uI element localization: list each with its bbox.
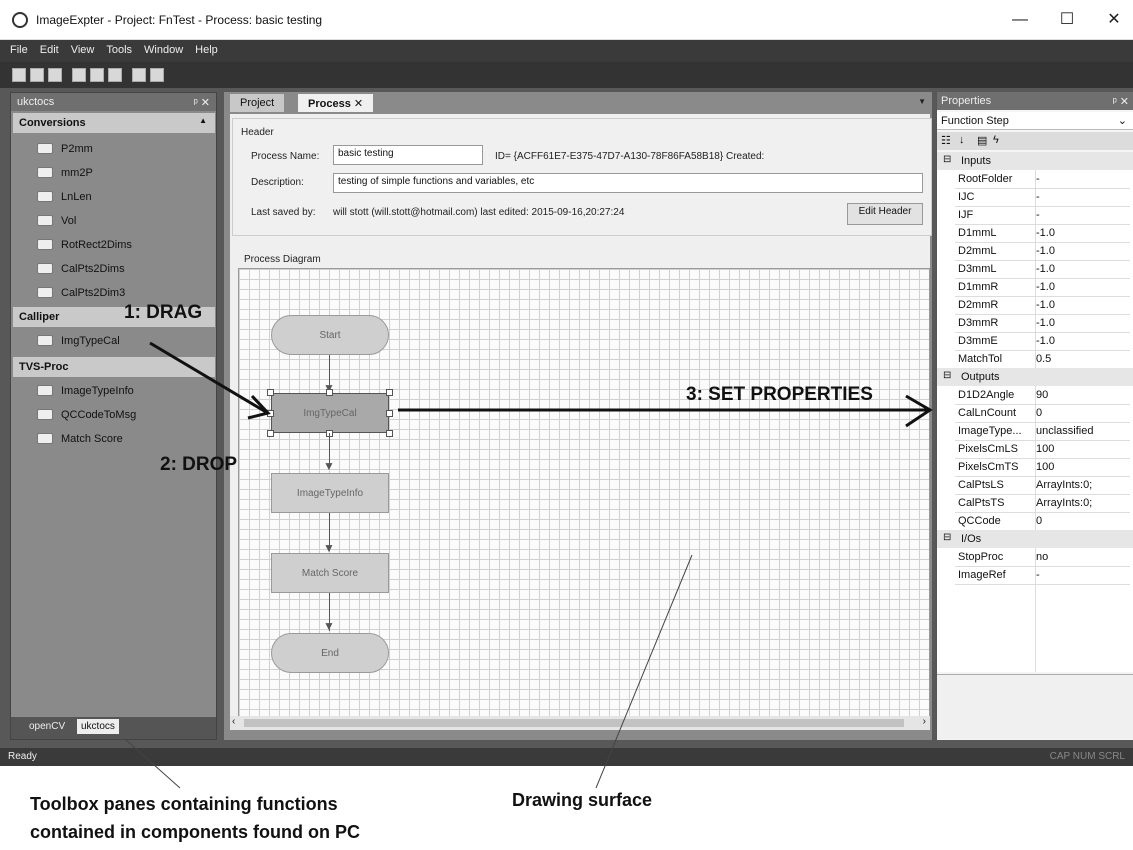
toolbox-caption-1: Toolbox panes containing functions (30, 794, 338, 814)
toolbox-callout-line (125, 739, 181, 789)
toolbox-caption-2: contained in components found on PC (30, 822, 360, 842)
drag-arrow (149, 341, 267, 414)
annotation-set-properties: 3: SET PROPERTIES (686, 384, 873, 405)
drawing-callout-line (595, 554, 693, 789)
annotation-arrows (125, 341, 933, 789)
drawing-surface-caption: Drawing surface (512, 790, 653, 810)
annotation-drop: 2: DROP (160, 454, 238, 475)
annotation-drag: 1: DRAG (124, 302, 203, 323)
